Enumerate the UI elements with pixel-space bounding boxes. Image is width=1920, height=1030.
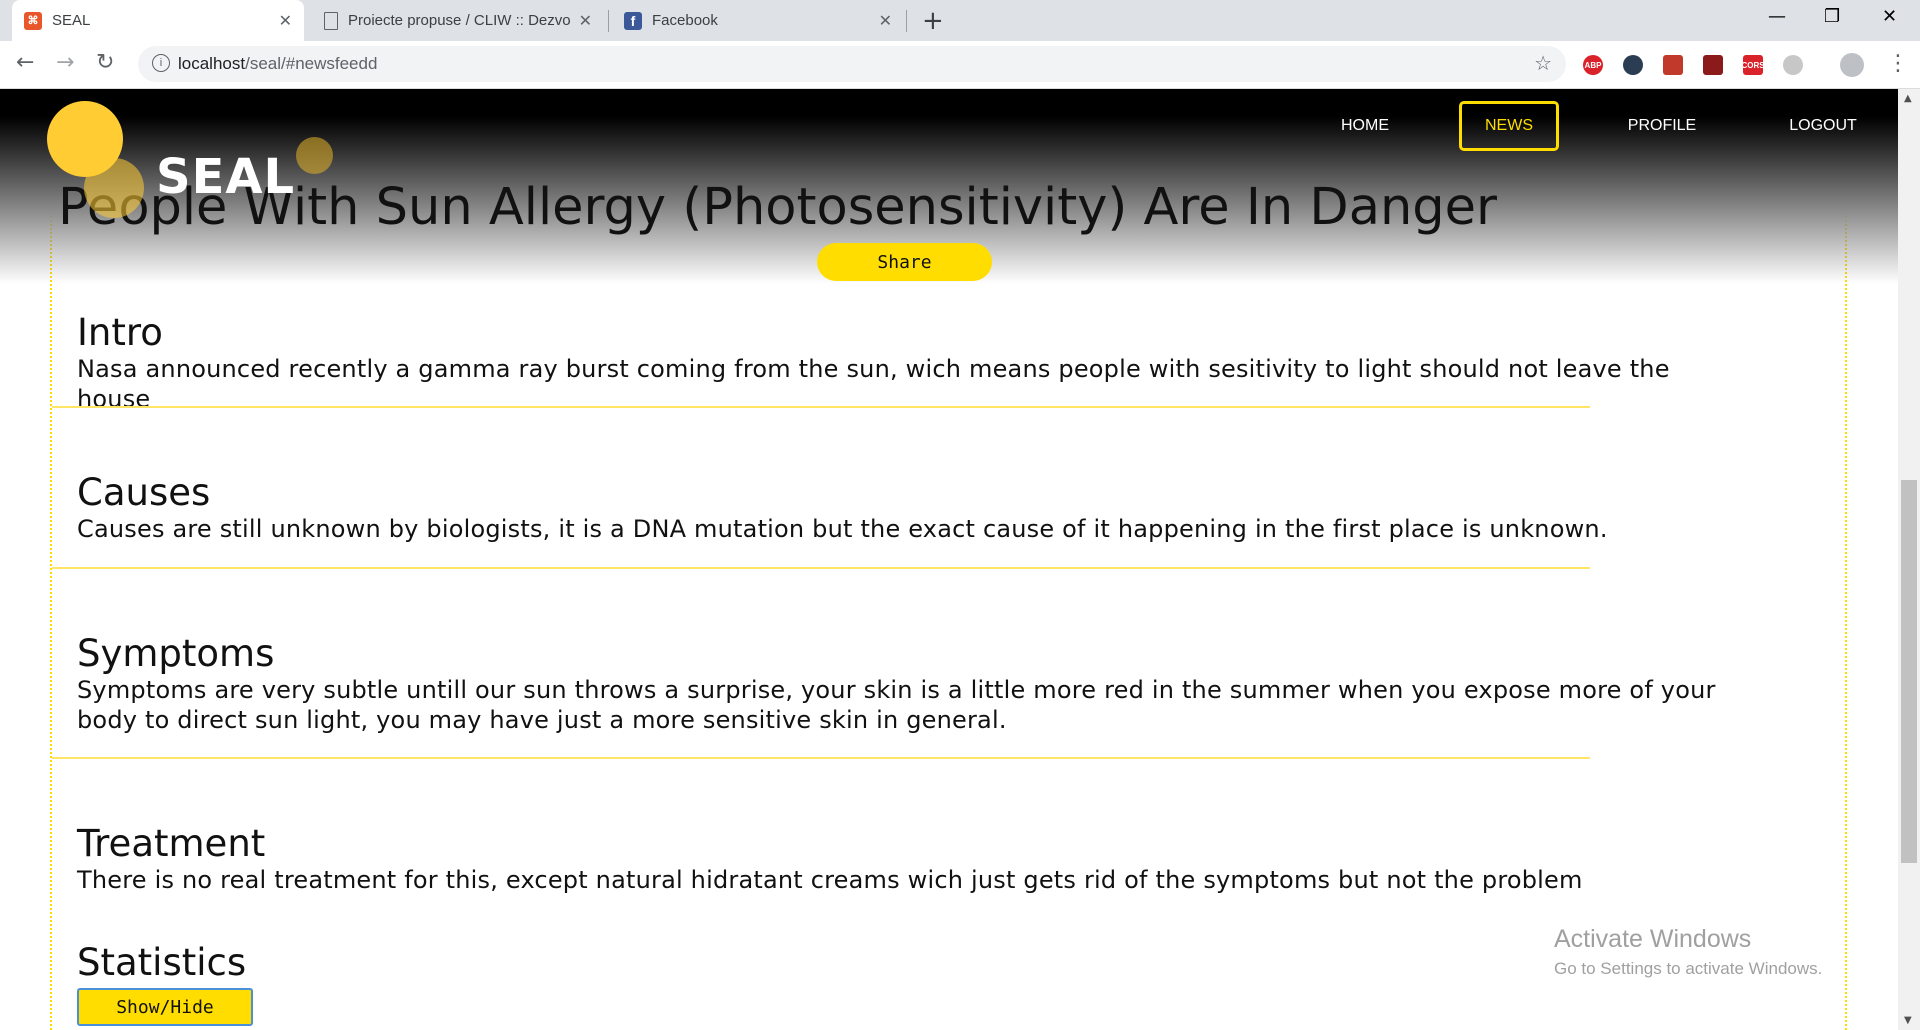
close-window-button[interactable]: ✕ xyxy=(1882,6,1897,27)
section-divider xyxy=(52,757,1590,759)
nav-news[interactable]: NEWS xyxy=(1459,101,1559,151)
cors-icon[interactable]: CORS xyxy=(1741,55,1765,75)
site-info-icon[interactable]: i xyxy=(152,54,170,72)
tab-title: Proiecte propuse / CLIW :: Dezvo xyxy=(348,12,571,29)
browser-tab-strip: ⌘ SEAL ✕ Proiecte propuse / CLIW :: Dezv… xyxy=(0,0,1920,41)
bookmark-star-icon[interactable]: ☆ xyxy=(1534,51,1552,75)
profile-avatar-icon[interactable] xyxy=(1840,53,1864,77)
new-tab-button[interactable]: + xyxy=(922,6,944,36)
nav-profile[interactable]: PROFILE xyxy=(1612,101,1712,151)
extension-icon[interactable] xyxy=(1703,55,1723,75)
tab-separator xyxy=(906,10,907,32)
section-body-intro: Nasa announced recently a gamma ray burs… xyxy=(77,355,1670,413)
logo-circle xyxy=(84,158,144,218)
minimize-button[interactable]: — xyxy=(1768,6,1786,27)
activate-windows-title: Activate Windows xyxy=(1554,925,1752,953)
section-heading-intro: Intro xyxy=(77,311,163,354)
tab-facebook[interactable]: f Facebook ✕ xyxy=(612,0,904,41)
page-icon xyxy=(324,11,338,30)
scroll-up-icon[interactable]: ▲ xyxy=(1904,93,1912,104)
adblock-plus-icon[interactable]: ABP xyxy=(1583,55,1603,75)
activate-windows-subtitle: Go to Settings to activate Windows. xyxy=(1554,959,1823,978)
section-divider xyxy=(52,406,1590,408)
show-hide-button[interactable]: Show/Hide xyxy=(77,988,253,1026)
browser-menu-icon[interactable]: ⋮ xyxy=(1887,51,1909,76)
section-body-symptoms: Symptoms are very subtle untill our sun … xyxy=(77,676,1716,734)
site-logo[interactable]: SEAL xyxy=(156,149,295,205)
extension-icon[interactable] xyxy=(1783,55,1803,75)
maximize-button[interactable]: ❐ xyxy=(1824,6,1840,27)
logo-circle xyxy=(296,137,333,174)
tab-title: Facebook xyxy=(652,12,718,29)
article-card xyxy=(50,169,1847,1030)
nav-logout[interactable]: LOGOUT xyxy=(1773,101,1873,151)
back-icon[interactable]: ← xyxy=(16,50,34,75)
section-heading-statistics: Statistics xyxy=(77,941,247,984)
extension-icon[interactable] xyxy=(1663,55,1683,75)
tab-title: SEAL xyxy=(52,12,91,29)
page-viewport: SEAL HOME NEWS PROFILE LOGOUT People Wit… xyxy=(0,89,1898,1030)
close-tab-icon[interactable]: ✕ xyxy=(879,11,892,31)
nav-home[interactable]: HOME xyxy=(1320,101,1410,151)
scrollbar-thumb[interactable] xyxy=(1901,480,1917,863)
reload-icon[interactable]: ↻ xyxy=(96,50,114,75)
browser-toolbar: ← → ↻ i localhost/seal/#newsfeedd ☆ ABP … xyxy=(0,41,1920,89)
url-path: /seal/#newsfeedd xyxy=(245,54,378,73)
section-body-causes: Causes are still unknown by biologists, … xyxy=(77,515,1608,543)
tab-proiecte[interactable]: Proiecte propuse / CLIW :: Dezvo ✕ xyxy=(312,0,604,41)
page-scrollbar[interactable]: ▲ ▼ xyxy=(1898,89,1920,1030)
section-heading-symptoms: Symptoms xyxy=(77,632,275,675)
facebook-icon: f xyxy=(624,11,642,30)
close-tab-icon[interactable]: ✕ xyxy=(279,11,292,31)
address-bar[interactable]: i localhost/seal/#newsfeedd ☆ xyxy=(138,46,1566,82)
close-tab-icon[interactable]: ✕ xyxy=(579,11,592,31)
url-host: localhost xyxy=(178,54,246,73)
share-button[interactable]: Share xyxy=(817,243,992,281)
url-text: localhost/seal/#newsfeedd xyxy=(178,54,377,74)
section-body-treatment: There is no real treatment for this, exc… xyxy=(77,866,1583,894)
seal-favicon-icon: ⌘ xyxy=(24,11,42,30)
tab-separator xyxy=(608,10,609,32)
section-divider xyxy=(52,567,1590,569)
section-heading-causes: Causes xyxy=(77,471,211,514)
section-heading-treatment: Treatment xyxy=(77,822,266,865)
scroll-down-icon[interactable]: ▼ xyxy=(1904,1015,1912,1026)
forward-icon[interactable]: → xyxy=(56,50,74,75)
tab-seal[interactable]: ⌘ SEAL ✕ xyxy=(12,0,304,41)
ghostery-icon[interactable] xyxy=(1623,55,1643,75)
